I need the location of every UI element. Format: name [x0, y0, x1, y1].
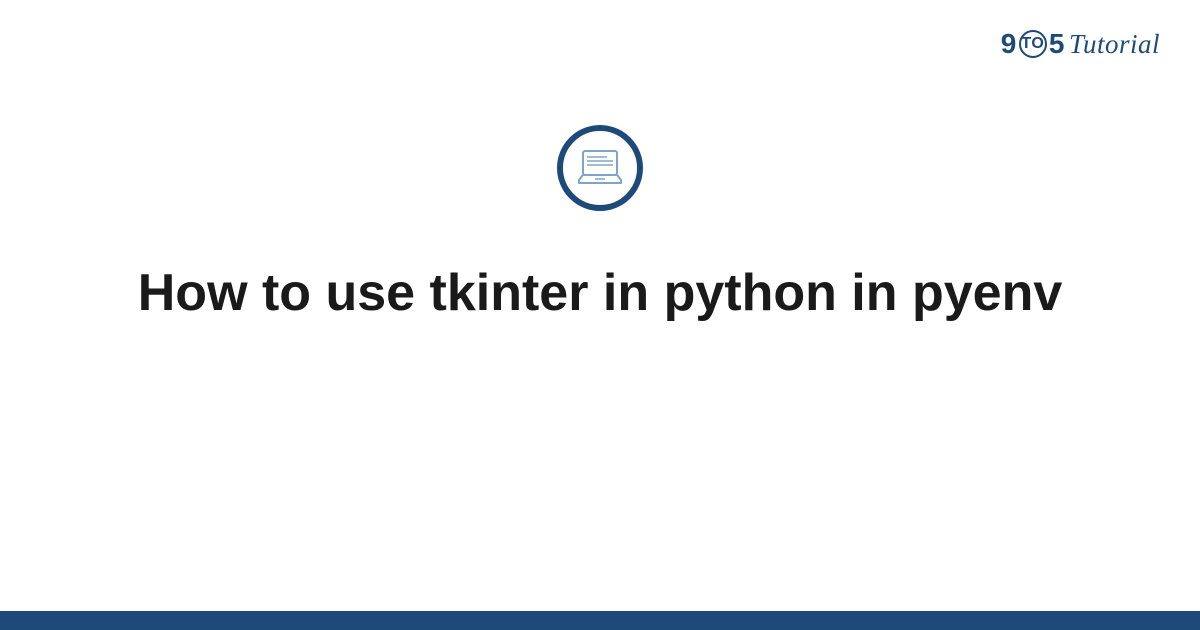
page-title: How to use tkinter in python in pyenv: [138, 261, 1063, 326]
logo-nine: 9: [1001, 28, 1017, 60]
laptop-icon: [577, 148, 623, 188]
footer-bar: [0, 611, 1200, 630]
site-logo[interactable]: 9 TO 5 Tutorial: [1001, 28, 1160, 60]
logo-tutorial: Tutorial: [1069, 29, 1160, 60]
logo-to-circle: TO: [1019, 30, 1047, 58]
logo-five: 5: [1049, 28, 1065, 60]
laptop-icon-circle: [557, 125, 643, 211]
main-content: How to use tkinter in python in pyenv: [0, 125, 1200, 326]
